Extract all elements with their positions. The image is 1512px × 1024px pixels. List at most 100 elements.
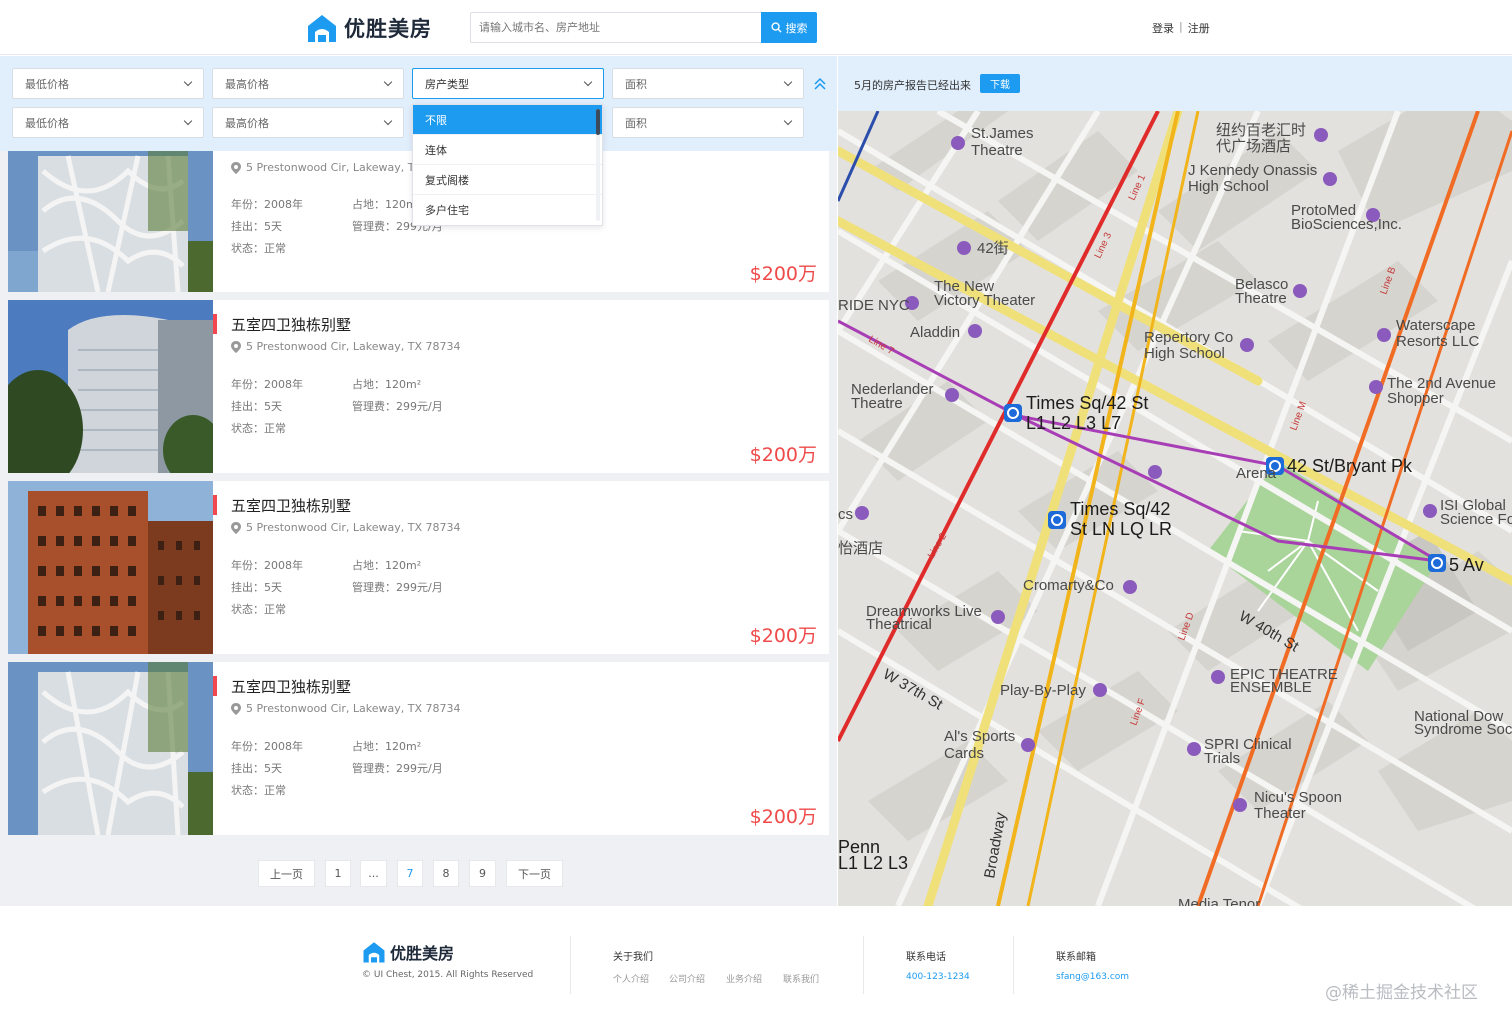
map-view[interactable]: St.James Theatre 纽约百老汇时 代广场酒店 J Kennedy On… (838, 111, 1512, 906)
svg-text:L1 L2 L3 L7: L1 L2 L3 L7 (1026, 413, 1121, 433)
register-link[interactable]: 注册 (1188, 20, 1210, 36)
address-text: 5 Prestonwood Cir, Lakeway, TX (246, 161, 423, 174)
login-link[interactable]: 登录 (1152, 20, 1174, 36)
phone-number[interactable]: 400-123-1234 (906, 972, 970, 982)
listing-title[interactable]: 五室四卫独栋别墅 (231, 676, 351, 697)
next-page-button[interactable]: 下一页 (506, 860, 563, 887)
logo-text: 优胜美房 (344, 17, 432, 41)
map-canvas: St.JamesTheatre 纽约百老汇时代广场酒店 J Kennedy On… (838, 111, 1512, 906)
logo[interactable]: 优胜美房 (306, 12, 432, 44)
report-text: 5月的房产报告已经出来 (854, 79, 971, 92)
select-label: 面积 (625, 116, 647, 130)
svg-text:L1 L2 L3: L1 L2 L3 (838, 853, 908, 873)
dropdown-option[interactable]: 不限 (413, 105, 602, 135)
title-accent (213, 676, 217, 696)
listing-card[interactable]: 五室四卫独栋别墅 5 Prestonwood Cir, Lakeway, TX … (8, 481, 829, 654)
address-text: 5 Prestonwood Cir, Lakeway, TX 78734 (246, 521, 461, 534)
svg-text:怡酒店: 怡酒店 (838, 540, 883, 557)
min-price-select[interactable]: 最低价格 (12, 68, 204, 99)
collapse-up-icon[interactable] (812, 76, 828, 92)
listing-title[interactable]: 五室四卫独栋别墅 (231, 314, 351, 335)
svg-text:RIDE NYC: RIDE NYC (838, 297, 910, 314)
property-type-select[interactable]: 房产类型 (412, 68, 604, 99)
page-button[interactable]: 9 (469, 860, 496, 887)
meta-year: 年份：2008年 (231, 378, 303, 391)
search-input[interactable] (471, 13, 761, 42)
listing-card[interactable]: 五室四卫独栋别墅 5 Prestonwood Cir, Lakeway, TX … (8, 662, 829, 835)
svg-text:High School: High School (1188, 178, 1269, 195)
chevron-down-icon (383, 116, 393, 126)
dropdown-option[interactable]: 多户住宅 (413, 195, 602, 225)
svg-text:cs: cs (838, 506, 853, 523)
min-price-select-2[interactable]: 最低价格 (12, 107, 204, 138)
svg-text:Theatre: Theatre (971, 142, 1023, 159)
dropdown-option[interactable]: 复式阁楼 (413, 165, 602, 195)
meta-fee: 管理费：299元/月 (352, 400, 443, 413)
max-price-select[interactable]: 最高价格 (212, 68, 404, 99)
listing-card[interactable]: 五室四卫独栋别墅 5 Prestonwood Cir, Lakeway, TX … (8, 300, 829, 473)
listing-address: 5 Prestonwood Cir, Lakeway, TX (231, 161, 422, 174)
footer-link[interactable]: 联系我们 (783, 972, 819, 985)
svg-text:St LN LQ LR: St LN LQ LR (1070, 519, 1172, 539)
meta-status: 状态：正常 (231, 242, 286, 255)
area-select-2[interactable]: 面积 (612, 107, 804, 138)
copyright: © UI Chest, 2015. All Rights Reserved (362, 970, 534, 980)
address-text: 5 Prestonwood Cir, Lakeway, TX 78734 (246, 702, 461, 715)
select-label: 最高价格 (225, 116, 269, 130)
chevron-down-icon (383, 77, 393, 87)
prev-page-button[interactable]: 上一页 (258, 860, 315, 887)
svg-text:J Kennedy Onassis: J Kennedy Onassis (1188, 162, 1317, 179)
location-pin-icon (231, 161, 241, 174)
area-select[interactable]: 面积 (612, 68, 804, 99)
search-button[interactable]: 搜索 (761, 12, 817, 43)
footer-link[interactable]: 公司介绍 (669, 972, 705, 985)
svg-text:Repertory Co: Repertory Co (1144, 329, 1233, 346)
page-ellipsis: ... (360, 860, 387, 887)
svg-text:Media Tenor: Media Tenor (1178, 896, 1260, 906)
svg-text:Theatrical: Theatrical (866, 616, 932, 633)
listing-address: 5 Prestonwood Cir, Lakeway, TX 78734 (231, 521, 461, 534)
meta-area: 占地：120m² (352, 740, 422, 753)
footer-divider (863, 936, 864, 994)
phone-title: 联系电话 (906, 952, 946, 963)
svg-text:Syndrome Soc: Syndrome Soc (1414, 721, 1512, 738)
max-price-select-2[interactable]: 最高价格 (212, 107, 404, 138)
watermark: @稀土掘金技术社区 (1325, 983, 1478, 1003)
meta-year: 年份：2008年 (231, 740, 303, 753)
listing-price: $200万 (749, 263, 817, 285)
chevron-down-icon (183, 77, 193, 87)
svg-text:Al's Sports: Al's Sports (944, 728, 1015, 745)
dropdown-option[interactable]: 连体 (413, 135, 602, 165)
footer-logo[interactable]: 优胜美房 (362, 940, 454, 964)
dropdown-scrollbar[interactable] (596, 109, 600, 135)
download-button[interactable]: 下载 (980, 74, 1020, 93)
meta-year: 年份：2008年 (231, 559, 303, 572)
footer-link[interactable]: 个人介绍 (613, 972, 649, 985)
page-button[interactable]: 1 (325, 860, 351, 887)
svg-text:Nicu's Spoon: Nicu's Spoon (1254, 789, 1342, 806)
select-label: 最高价格 (225, 77, 269, 91)
meta-listed: 挂出：5天 (231, 400, 282, 413)
listing-price: $200万 (749, 806, 817, 828)
svg-text:Waterscape: Waterscape (1396, 317, 1475, 334)
listing-title[interactable]: 五室四卫独栋别墅 (231, 495, 351, 516)
location-pin-icon (231, 340, 241, 353)
footer-link[interactable]: 业务介绍 (726, 972, 762, 985)
chevron-down-icon (583, 77, 593, 87)
listing-address: 5 Prestonwood Cir, Lakeway, TX 78734 (231, 702, 461, 715)
select-label: 房产类型 (425, 77, 469, 91)
page-button-current[interactable]: 7 (397, 860, 423, 887)
chevron-down-icon (783, 77, 793, 87)
footer-divider (570, 936, 571, 994)
svg-text:Cromarty&Co: Cromarty&Co (1023, 577, 1114, 594)
listing-address: 5 Prestonwood Cir, Lakeway, TX 78734 (231, 340, 461, 353)
title-accent (213, 495, 217, 515)
page-button[interactable]: 8 (433, 860, 459, 887)
meta-listed: 挂出：5天 (231, 581, 282, 594)
svg-text:Trials: Trials (1204, 750, 1240, 767)
search-box: 搜索 (470, 12, 817, 43)
meta-listed: 挂出：5天 (231, 220, 282, 233)
location-pin-icon (231, 702, 241, 715)
svg-text:Arena: Arena (1236, 465, 1277, 482)
email-address[interactable]: sfang@163.com (1056, 972, 1129, 982)
